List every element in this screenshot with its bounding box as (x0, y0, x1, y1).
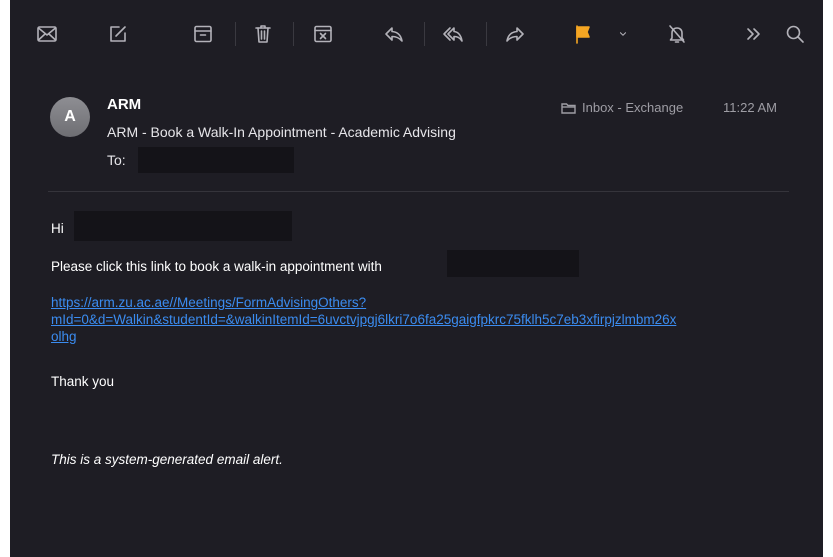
envelope-icon[interactable] (32, 20, 62, 48)
folder-icon (561, 102, 576, 114)
message-time: 11:22 AM (723, 100, 777, 115)
header-divider (48, 191, 789, 192)
thanks-text: Thank you (51, 374, 115, 389)
chevron-down-icon[interactable] (608, 20, 638, 48)
to-label: To: (107, 152, 126, 168)
message-header: A ARM ARM - Book a Walk-In Appointment -… (10, 68, 823, 192)
redacted-name (74, 211, 292, 241)
reply-icon[interactable] (379, 20, 409, 48)
redacted-recipient (138, 147, 294, 173)
reply-all-icon[interactable] (438, 20, 468, 48)
toolbar-separator (235, 22, 236, 46)
junk-icon[interactable] (308, 20, 338, 48)
flag-icon[interactable] (568, 20, 598, 48)
compose-icon[interactable] (103, 20, 133, 48)
archive-icon[interactable] (188, 20, 218, 48)
mailbox-label: Inbox - Exchange (561, 100, 683, 115)
mailbox-name: Inbox - Exchange (582, 100, 684, 115)
footer-note: This is a system-generated email alert. (51, 452, 283, 467)
booking-link[interactable]: https://arm.zu.ac.ae//Meetings/FormAdvis… (51, 294, 811, 345)
mail-window: A ARM ARM - Book a Walk-In Appointment -… (10, 0, 823, 557)
toolbar-separator (293, 22, 294, 46)
toolbar (10, 0, 823, 68)
redacted-advisor (447, 250, 579, 277)
avatar: A (50, 97, 90, 137)
link-line-2[interactable]: mId=0&d=Walkin&studentId=&walkinItemId=6… (51, 312, 676, 327)
link-line-1[interactable]: https://arm.zu.ac.ae//Meetings/FormAdvis… (51, 295, 366, 310)
forward-icon[interactable] (500, 20, 530, 48)
link-line-3[interactable]: olhg (51, 329, 77, 344)
intro-text: Please click this link to book a walk-in… (51, 259, 382, 274)
search-icon[interactable] (780, 20, 810, 48)
sender-name[interactable]: ARM (107, 96, 141, 113)
avatar-initial: A (64, 108, 76, 125)
trash-icon[interactable] (248, 20, 278, 48)
mute-bell-icon[interactable] (662, 20, 692, 48)
toolbar-separator (424, 22, 425, 46)
message-subject: ARM - Book a Walk-In Appointment - Acade… (107, 124, 456, 140)
greeting: Hi (51, 221, 64, 236)
more-chevrons-icon[interactable] (739, 20, 769, 48)
toolbar-separator (486, 22, 487, 46)
